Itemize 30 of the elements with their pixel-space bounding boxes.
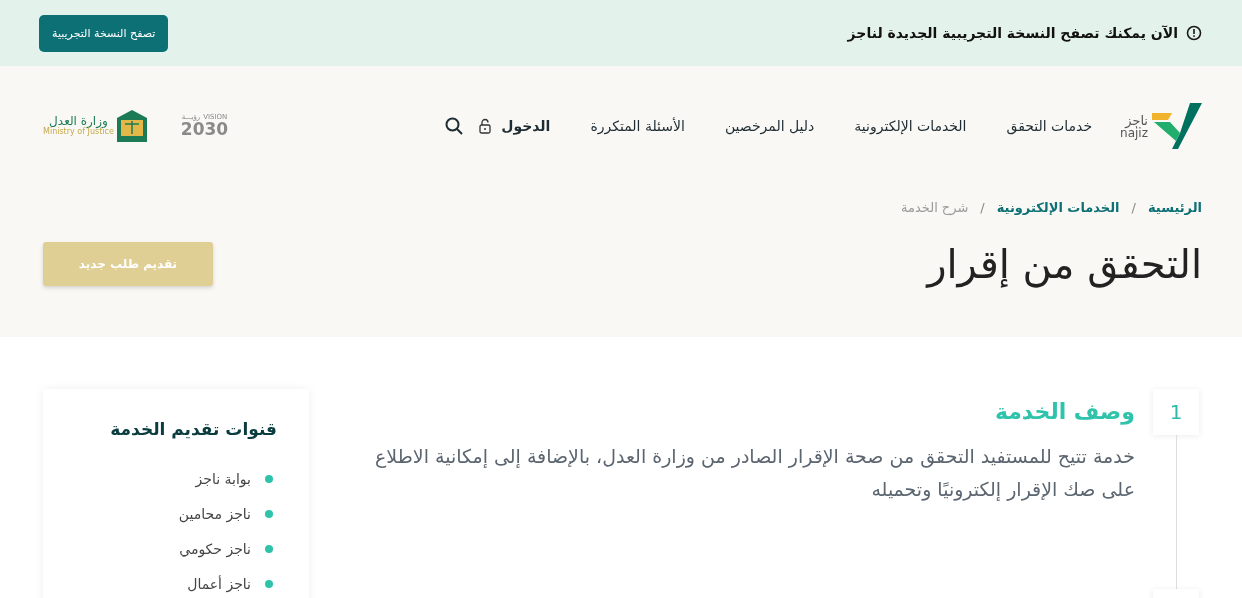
channel-item: ناجز حكومي bbox=[179, 540, 251, 557]
notice-text: الآن يمكنك تصفح النسخة التجريبية الجديدة لناجز bbox=[847, 25, 1178, 41]
nav-link[interactable]: الأسئلة المتكررة bbox=[590, 118, 685, 134]
checkmark-icon bbox=[1150, 103, 1202, 149]
search-icon[interactable] bbox=[445, 117, 464, 135]
channel-item: ناجز أعمال bbox=[187, 575, 251, 592]
info-icon bbox=[1186, 25, 1202, 41]
bullet-icon bbox=[265, 474, 273, 483]
breadcrumb-separator: / bbox=[980, 200, 985, 215]
page-title: التحقق من إقرار bbox=[927, 241, 1202, 287]
card-title: قنوات تقديم الخدمة bbox=[109, 419, 277, 439]
channel-item: ناجز محامين bbox=[178, 505, 251, 522]
logo-text: najiz bbox=[1120, 126, 1148, 139]
bullet-icon bbox=[265, 509, 273, 518]
channel-item: بوابة ناجز bbox=[195, 470, 251, 487]
nav-link[interactable]: دليل المرخصين bbox=[724, 118, 815, 134]
nav-link[interactable]: الخدمات الإلكترونية bbox=[854, 118, 967, 134]
breadcrumb-separator: / bbox=[1131, 200, 1136, 215]
breadcrumb-link[interactable]: الخدمات الإلكترونية bbox=[996, 200, 1120, 215]
bullet-icon bbox=[265, 544, 273, 553]
beta-button[interactable]: تصفح النسخة التجريبية bbox=[39, 14, 169, 52]
login-link[interactable]: الدخول bbox=[501, 118, 551, 134]
step-number: 1 bbox=[1153, 389, 1199, 435]
step-description: خدمة تتيح للمستفيد التحقق من صحة الإقرار الصادر من وزارة العدل، بالإضافة إلى إمكانية الاطلاع على صك الإقرار إلكترونيًا وتحميله bbox=[374, 444, 1135, 503]
lock-icon[interactable] bbox=[479, 118, 492, 134]
step-title: وصف الخدمة bbox=[993, 399, 1135, 424]
nav-link[interactable]: خدمات التحقق bbox=[1006, 118, 1093, 134]
bullet-icon bbox=[265, 579, 273, 588]
logo-text: ناجز bbox=[1125, 113, 1148, 127]
breadcrumb-link[interactable]: الرئيسية bbox=[1147, 200, 1202, 215]
